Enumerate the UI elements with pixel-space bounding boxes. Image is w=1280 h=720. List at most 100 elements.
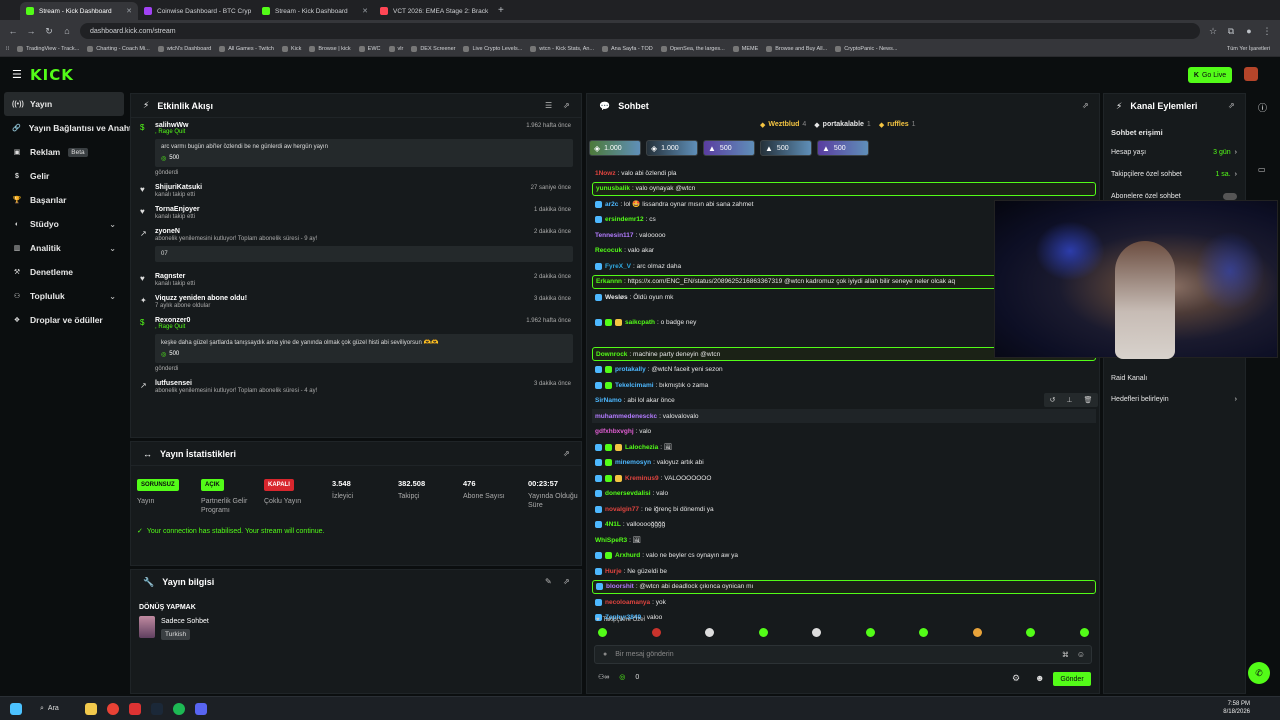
discord-icon[interactable]: [194, 702, 207, 715]
chat-username[interactable]: Recocuk: [595, 247, 622, 254]
chat-username[interactable]: yunusbalik: [596, 185, 630, 192]
calendar-app-icon[interactable]: [128, 702, 141, 715]
edit-pencil-icon[interactable]: ✎: [545, 577, 552, 586]
category-name[interactable]: Sadece Sohbet: [161, 618, 209, 625]
bookmark-item[interactable]: vlr: [388, 46, 403, 52]
emote-icon[interactable]: [812, 628, 821, 637]
chat-username[interactable]: Kreminus9: [625, 475, 659, 482]
chat-username[interactable]: Tennesin117: [595, 232, 634, 239]
chat-username[interactable]: 4N1L: [605, 521, 621, 528]
top-gifter[interactable]: ◆ ruffles 1: [879, 121, 916, 129]
filter-icon[interactable]: ☰: [545, 101, 552, 110]
forward-icon[interactable]: →: [26, 26, 36, 36]
chat-username[interactable]: donersevdalisi: [605, 490, 651, 497]
emote-icon[interactable]: [972, 628, 982, 637]
chat-username[interactable]: Hurje: [605, 568, 622, 575]
menu-icon[interactable]: ⋮: [1262, 26, 1272, 37]
windows-start-icon[interactable]: [10, 702, 22, 715]
chat-popout-icon[interactable]: ⇗: [1082, 101, 1089, 110]
sidebar-item[interactable]: ⚒ Denetleme: [0, 260, 128, 284]
chat-username[interactable]: ersindemr12: [605, 216, 644, 223]
chat-message[interactable]: gdfxhbxvghj: valo: [592, 425, 1096, 439]
chat-message[interactable]: 4N1L: vallooooğğğğ: [592, 518, 1096, 532]
gift-tile[interactable]: ◈ 1.000: [589, 140, 641, 156]
chat-message[interactable]: 1Nowz: valo abi özlendi pla: [592, 166, 1096, 180]
chat-username[interactable]: Tekelcimami: [615, 382, 654, 389]
close-tab-icon[interactable]: ✕: [362, 7, 368, 15]
chat-message[interactable]: bloorshit: @wtcn abi deadlock çıkınca oy…: [592, 579, 1096, 594]
stats-popout-icon[interactable]: ⇗: [563, 449, 570, 458]
chat-username[interactable]: Arxhurd: [615, 552, 640, 559]
sidebar-item[interactable]: ▥ Analitik ⌄: [0, 236, 128, 260]
kick-logo[interactable]: KICK: [30, 66, 74, 84]
bookmark-item[interactable]: MEME: [732, 46, 758, 52]
chat-username[interactable]: ar2c: [605, 201, 618, 208]
chat-access-row[interactable]: Takipçilere özel sohbet 1 sa. ›: [1111, 171, 1237, 178]
bookmark-item[interactable]: wtcN's Dashboard: [157, 46, 211, 52]
chat-settings-icon[interactable]: ⚙: [1012, 673, 1020, 684]
url-field[interactable]: dashboard.kick.com/stream: [80, 23, 1200, 39]
chat-username[interactable]: Wesløs: [605, 294, 628, 301]
chat-username[interactable]: Lalochezia: [625, 444, 658, 451]
emote-icon[interactable]: [598, 628, 607, 637]
browser-tab[interactable]: Stream - Kick Dashboard ✕: [20, 2, 138, 20]
gift-tile[interactable]: ◈ 1.000: [646, 140, 698, 156]
bookmark-item[interactable]: DEX Screener: [411, 46, 455, 52]
gift-tile[interactable]: ▲ 500: [760, 140, 812, 156]
profile-avatar[interactable]: ●: [1244, 26, 1254, 36]
back-icon[interactable]: ←: [8, 26, 18, 36]
toggle-switch[interactable]: [1222, 193, 1237, 200]
command-icon[interactable]: ⌘: [1062, 651, 1069, 659]
chat-username[interactable]: necoloamanya: [605, 599, 650, 606]
chat-message[interactable]: Hurje: Ne güzeldi be: [592, 564, 1096, 578]
bookmark-item[interactable]: Live Crypto Levels...: [463, 46, 522, 52]
reload-icon[interactable]: ↻: [44, 26, 54, 37]
chat-message[interactable]: Tekelcimami: bıkmıştık o zama: [592, 378, 1096, 392]
chat-message[interactable]: muhammedenesckc: valovalovalo: [592, 409, 1096, 423]
reply-icon[interactable]: ↺: [1050, 396, 1056, 404]
help-button[interactable]: ✆: [1248, 662, 1270, 684]
browser-tab[interactable]: Coinwise Dashboard - BTC Cryp✕: [138, 2, 256, 20]
user-avatar[interactable]: [1244, 67, 1258, 81]
chat-message[interactable]: Lalochezia: 🖼: [592, 440, 1096, 454]
chat-message[interactable]: WhiSpeR3: 🖼: [592, 533, 1096, 547]
sidebar-item[interactable]: ▣ Reklam Beta: [0, 140, 128, 164]
bookmark-item[interactable]: OpenSea, the larges...: [660, 46, 725, 52]
gift-tile[interactable]: ▲ 500: [817, 140, 869, 156]
chat-access-row[interactable]: Abonelere özel sohbet: [1111, 193, 1237, 200]
chat-message[interactable]: protakally: @wtcN faceit yeni sezon: [592, 363, 1096, 377]
emote-icon[interactable]: [705, 628, 714, 637]
bookmark-item[interactable]: Browse and Buy All...: [766, 46, 827, 52]
pin-icon[interactable]: ⊥: [1066, 396, 1072, 404]
channel-popout-icon[interactable]: ⇗: [1228, 101, 1235, 110]
popout-icon[interactable]: ⇗: [563, 101, 570, 110]
chat-username[interactable]: Downrock: [596, 351, 627, 358]
chat-message[interactable]: Arxhurd: valo ne beyler cs oynayın aw ya: [592, 549, 1096, 563]
chat-access-row[interactable]: Hesap yaşı 3 gün ›: [1111, 149, 1237, 156]
chat-username[interactable]: protakally: [615, 366, 646, 373]
sidebar-item[interactable]: ⚇ Topluluk ⌄: [0, 284, 128, 308]
spotify-icon[interactable]: [172, 702, 185, 715]
bookmark-item[interactable]: TradingView - Track...: [17, 46, 79, 52]
chat-username[interactable]: saikcpath: [625, 319, 655, 326]
emote-icon[interactable]: [865, 628, 875, 637]
bookmark-item[interactable]: EWC: [358, 46, 381, 52]
chat-message[interactable]: novalgin77: ne iğrenç bi dönemdi ya: [592, 502, 1096, 516]
chat-message[interactable]: necoloamanya: yok: [592, 595, 1096, 609]
chat-username[interactable]: 1Nowz: [595, 170, 616, 177]
top-gifter[interactable]: ◆ portakalable 1: [814, 121, 871, 129]
bookmark-item[interactable]: All Games - Twitch: [219, 46, 274, 52]
sidebar-item[interactable]: 🏆 Başarılar: [0, 188, 128, 212]
chat-message[interactable]: minemosyn: valoyuz artık abi: [592, 456, 1096, 470]
bookmark-item[interactable]: Kick: [281, 46, 301, 52]
sidebar-item[interactable]: 🔗 Yayın Bağlantısı ve Anahtar: [0, 116, 140, 140]
chat-message[interactable]: SirNamo: abi lol akar önce: [592, 394, 1096, 408]
chat-message[interactable]: donersevdalisi: valo: [592, 487, 1096, 501]
go-live-button[interactable]: K Go Live: [1188, 67, 1232, 83]
taskbar-search[interactable]: ⌕ Ara: [40, 705, 59, 713]
bookmark-item[interactable]: Ana Sayfa - TOD: [602, 46, 653, 52]
send-button[interactable]: Gönder: [1053, 672, 1091, 686]
chat-message[interactable]: Kreminus9: VALOOOOOOO: [592, 471, 1096, 485]
bookmark-item[interactable]: Charting - Coach Mi...: [87, 46, 150, 52]
browser-tab[interactable]: VCT 2026: EMEA Stage 2: Brack✕: [374, 2, 492, 20]
